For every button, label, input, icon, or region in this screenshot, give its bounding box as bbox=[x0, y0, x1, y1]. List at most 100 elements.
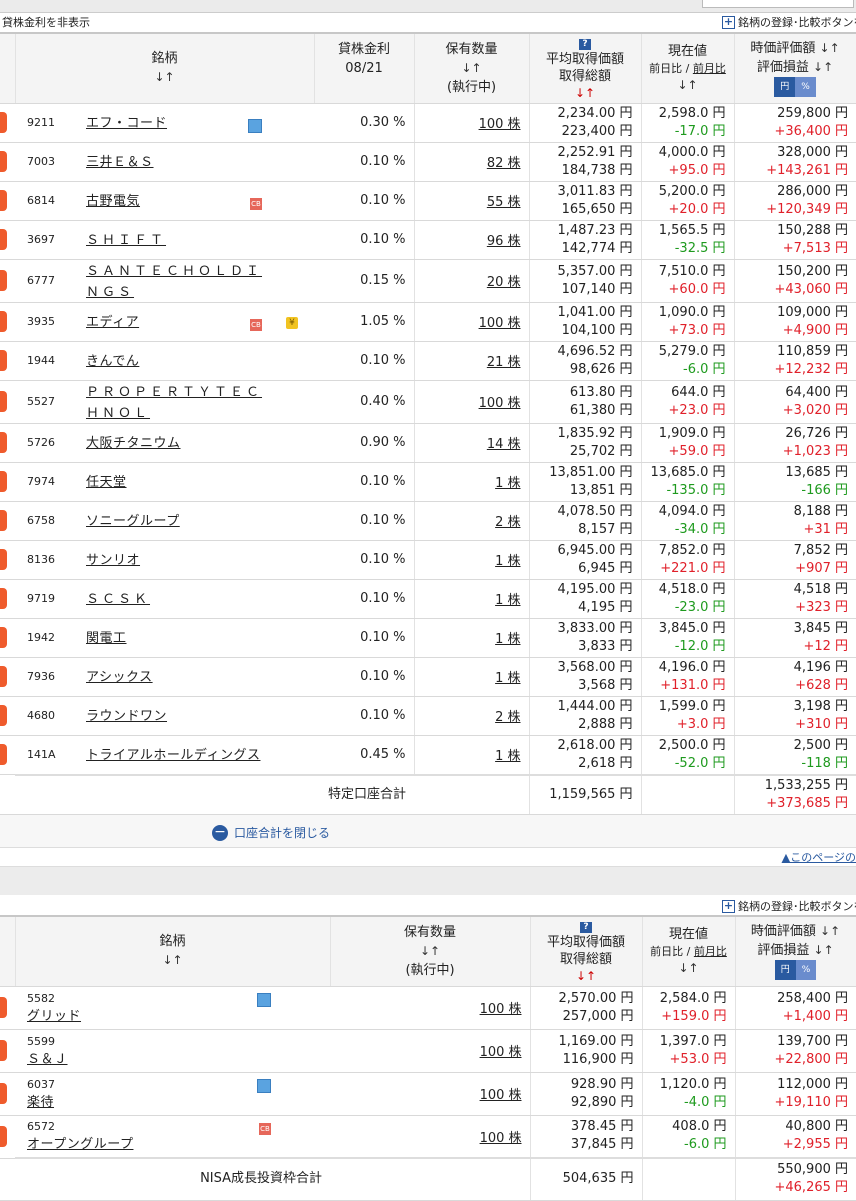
avg-price-header[interactable]: ? 平均取得価額 取得総額 ↓↑ bbox=[529, 32, 642, 104]
row-tab[interactable] bbox=[0, 696, 15, 736]
row-tab[interactable] bbox=[0, 181, 15, 221]
stock-name-link[interactable]: 三井Ｅ＆Ｓ bbox=[86, 155, 154, 170]
stock-name-link[interactable]: ラウンドワン bbox=[86, 709, 167, 724]
value-header[interactable]: 時価評価額 ↓↑ 評価損益 ↓↑ 円% bbox=[735, 915, 856, 987]
row-tab[interactable] bbox=[0, 1115, 15, 1159]
stock-code: 1942 bbox=[15, 618, 80, 658]
stock-name-link[interactable]: エディア bbox=[86, 315, 139, 330]
yen-icon[interactable]: ¥ bbox=[286, 316, 298, 329]
yen-toggle[interactable]: 円 bbox=[774, 960, 796, 981]
stock-name-link[interactable]: サンリオ bbox=[86, 553, 140, 568]
row-tab[interactable] bbox=[0, 259, 15, 303]
stock-name-link[interactable]: ＳＡＮＴＥＣＨＯＬＤＩＮＧＳ bbox=[86, 264, 262, 300]
stock-name-link[interactable]: 楽待 bbox=[27, 1094, 285, 1112]
day-change: -23.0 円 bbox=[674, 599, 726, 615]
qty-link[interactable]: 100 株 bbox=[414, 103, 530, 143]
stock-name-link[interactable]: 古野電気 bbox=[86, 194, 140, 209]
stock-header[interactable]: 銘柄 ↓↑ bbox=[15, 32, 315, 104]
row-tab[interactable] bbox=[0, 380, 15, 424]
cur-price-header[interactable]: 現在値 前日比 / 前月比 ↓↑ bbox=[642, 915, 736, 987]
market-value: 3,198 円 bbox=[793, 698, 849, 714]
day-change: +23.0 円 bbox=[668, 402, 726, 418]
qty-link[interactable]: 1 株 bbox=[414, 579, 530, 619]
stock-name-link[interactable]: ＰＲＯＰＥＲＴＹＴＥＣＨＮＯＬ bbox=[86, 385, 262, 421]
row-tab[interactable] bbox=[0, 657, 15, 697]
profit-loss: +3,020 円 bbox=[782, 402, 849, 418]
stock-name-link[interactable]: Ｓ＆Ｊ bbox=[27, 1051, 285, 1069]
qty-link[interactable]: 21 株 bbox=[414, 341, 530, 381]
cb-icon[interactable]: CB bbox=[259, 1123, 271, 1135]
qty-link[interactable]: 20 株 bbox=[414, 259, 530, 303]
qty-link[interactable]: 100 株 bbox=[414, 380, 530, 424]
stock-name-link[interactable]: きんでん bbox=[86, 354, 139, 369]
close-total-button[interactable]: − 口座合計を閉じる bbox=[212, 824, 330, 841]
qty-link[interactable]: 100 株 bbox=[330, 1115, 531, 1159]
row-tab[interactable] bbox=[0, 1072, 15, 1116]
page-top-link[interactable]: ▲このページの bbox=[782, 849, 856, 865]
value-header[interactable]: 時価評価額 ↓↑ 評価損益 ↓↑ 円% bbox=[734, 32, 856, 104]
row-tab[interactable] bbox=[0, 1029, 15, 1073]
qty-link[interactable]: 2 株 bbox=[414, 696, 530, 736]
cur-price-header[interactable]: 現在値 前日比 / 前月比 ↓↑ bbox=[641, 32, 735, 104]
stock-name-link[interactable]: エフ・コード bbox=[86, 116, 167, 131]
row-tab[interactable] bbox=[0, 579, 15, 619]
avg-price-header[interactable]: ? 平均取得価額 取得総額 ↓↑ bbox=[530, 915, 643, 987]
row-tab[interactable] bbox=[0, 220, 15, 260]
qty-link[interactable]: 1 株 bbox=[414, 462, 530, 502]
cb-icon[interactable]: CB bbox=[250, 198, 262, 210]
qty-link[interactable]: 1 株 bbox=[414, 618, 530, 658]
stock-name-link[interactable]: トライアルホールディングス bbox=[86, 748, 260, 763]
stock-name-link[interactable]: ＳＣＳＫ bbox=[86, 592, 150, 607]
stock-name-link[interactable]: ＳＨＩＦＴ bbox=[86, 233, 166, 248]
qty-link[interactable]: 55 株 bbox=[414, 181, 530, 221]
stock-name-link[interactable]: オープングループ bbox=[27, 1136, 285, 1154]
row-tab[interactable] bbox=[0, 103, 15, 143]
row-tab[interactable] bbox=[0, 986, 15, 1030]
row-tab[interactable] bbox=[0, 341, 15, 381]
qty-link[interactable]: 1 株 bbox=[414, 540, 530, 580]
row-tab[interactable] bbox=[0, 501, 15, 541]
cb-icon[interactable]: CB bbox=[250, 319, 262, 331]
qty-header[interactable]: 保有数量 ↓↑ (執行中) bbox=[414, 32, 530, 104]
stock-name-link[interactable]: 大阪チタニウム bbox=[86, 436, 181, 451]
stock-name-link[interactable]: 関電工 bbox=[86, 631, 127, 646]
row-tab[interactable] bbox=[0, 142, 15, 182]
row-tab[interactable] bbox=[0, 735, 15, 775]
profit-loss: +143,261 円 bbox=[766, 162, 849, 178]
top-button-partial[interactable] bbox=[702, 0, 854, 8]
qty-link[interactable]: 100 株 bbox=[330, 986, 531, 1030]
qty-header[interactable]: 保有数量 ↓↑ (執行中) bbox=[330, 915, 531, 987]
qty-link[interactable]: 100 株 bbox=[330, 1072, 531, 1116]
stock-name-link[interactable]: グリッド bbox=[27, 1008, 285, 1026]
market-value: 259,800 円 bbox=[777, 105, 849, 121]
qty-link[interactable]: 82 株 bbox=[414, 142, 530, 182]
day-change: -32.5 円 bbox=[674, 240, 726, 256]
nisa-holdings-table: 銘柄 ↓↑ 保有数量 ↓↑ (執行中) ? 平均取得価額 取得総額 ↓↑ 現在値 前日比 / … bbox=[0, 915, 856, 1201]
row-tab[interactable] bbox=[0, 423, 15, 463]
pct-toggle[interactable]: % bbox=[795, 960, 817, 981]
qty-link[interactable]: 2 株 bbox=[414, 501, 530, 541]
row-tab[interactable] bbox=[0, 540, 15, 580]
lending-rate-toggle[interactable]: 貸株金利を非表示 bbox=[2, 14, 90, 30]
yen-toggle[interactable]: 円 bbox=[774, 77, 796, 98]
stock-name-link[interactable]: アシックス bbox=[86, 670, 153, 685]
row-tab[interactable] bbox=[0, 302, 15, 342]
market-value: 4,518 円 bbox=[793, 581, 849, 597]
stock-name-link[interactable]: 任天堂 bbox=[86, 475, 127, 490]
calendar-icon[interactable] bbox=[257, 993, 271, 1007]
profit-loss: +310 円 bbox=[795, 716, 849, 732]
stock-header[interactable]: 銘柄 ↓↑ bbox=[15, 915, 331, 987]
calendar-icon[interactable] bbox=[257, 1079, 271, 1093]
row-tab[interactable] bbox=[0, 462, 15, 502]
qty-link[interactable]: 1 株 bbox=[414, 735, 530, 775]
qty-link[interactable]: 14 株 bbox=[414, 423, 530, 463]
row-tab[interactable] bbox=[0, 618, 15, 658]
qty-link[interactable]: 96 株 bbox=[414, 220, 530, 260]
total-cost: 2,618 円 bbox=[578, 755, 633, 771]
stock-name-link[interactable]: ソニーグループ bbox=[86, 514, 180, 529]
calendar-icon[interactable] bbox=[248, 119, 262, 133]
pct-toggle[interactable]: % bbox=[795, 77, 816, 98]
qty-link[interactable]: 100 株 bbox=[330, 1029, 531, 1073]
qty-link[interactable]: 1 株 bbox=[414, 657, 530, 697]
qty-link[interactable]: 100 株 bbox=[414, 302, 530, 342]
